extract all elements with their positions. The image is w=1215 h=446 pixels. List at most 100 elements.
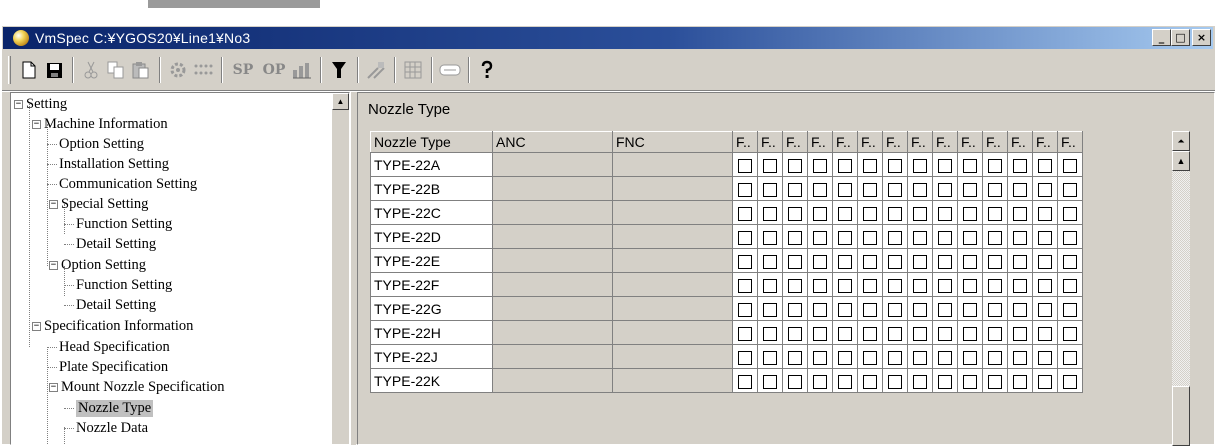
checkbox[interactable] (763, 326, 777, 341)
checkbox[interactable] (813, 230, 827, 245)
table-row[interactable]: TYPE-22K (370, 368, 1083, 393)
nozzle-type-cell[interactable]: TYPE-22K (370, 368, 493, 393)
checkbox[interactable] (1038, 350, 1052, 365)
anc-cell[interactable] (492, 296, 613, 321)
checkbox[interactable] (1038, 254, 1052, 269)
fnc-cell[interactable] (612, 248, 733, 273)
checkbox[interactable] (988, 278, 1002, 293)
fnc-cell[interactable] (612, 224, 733, 249)
fnc-cell[interactable] (612, 368, 733, 393)
checkbox[interactable] (813, 182, 827, 197)
tree-item-function-setting[interactable]: Function Setting (64, 275, 172, 295)
checkbox[interactable] (988, 182, 1002, 197)
tree-item-detail-setting[interactable]: Detail Setting (64, 295, 156, 315)
checkbox[interactable] (913, 206, 927, 221)
tree-scrollbar[interactable]: ▲ (332, 93, 349, 444)
table-row[interactable]: TYPE-22B (370, 176, 1083, 201)
checkbox[interactable] (738, 230, 752, 245)
checkbox[interactable] (863, 158, 877, 173)
checkbox[interactable] (813, 326, 827, 341)
fnc-cell[interactable] (612, 296, 733, 321)
tree-item-installation-setting[interactable]: Installation Setting (47, 154, 169, 174)
checkbox[interactable] (813, 374, 827, 389)
checkbox[interactable] (838, 254, 852, 269)
help-icon[interactable] (475, 57, 499, 83)
checkbox[interactable] (863, 350, 877, 365)
checkbox[interactable] (913, 230, 927, 245)
collapse-icon[interactable]: − (32, 119, 41, 129)
column-header-flag[interactable]: F.. (757, 131, 783, 153)
maximize-button[interactable]: □ (1171, 29, 1190, 46)
checkbox[interactable] (988, 302, 1002, 317)
checkbox[interactable] (738, 182, 752, 197)
nozzle-type-cell[interactable]: TYPE-22G (370, 296, 493, 321)
grid-icon[interactable] (401, 57, 425, 83)
anc-cell[interactable] (492, 272, 613, 297)
checkbox[interactable] (863, 230, 877, 245)
nozzle-type-cell[interactable]: TYPE-22H (370, 320, 493, 345)
checkbox[interactable] (988, 350, 1002, 365)
anc-cell[interactable] (492, 176, 613, 201)
checkbox[interactable] (1063, 278, 1077, 293)
checkbox[interactable] (888, 302, 902, 317)
checkbox[interactable] (1038, 158, 1052, 173)
checkbox[interactable] (738, 278, 752, 293)
checkbox[interactable] (913, 374, 927, 389)
checkbox[interactable] (1063, 230, 1077, 245)
column-header-fnc[interactable]: FNC (612, 131, 733, 153)
checkbox[interactable] (938, 350, 952, 365)
scroll-up-arrow-icon[interactable]: ▲ (1172, 151, 1190, 171)
checkbox[interactable] (1063, 302, 1077, 317)
checkbox[interactable] (863, 278, 877, 293)
table-row[interactable]: TYPE-22G (370, 296, 1083, 321)
scroll-track[interactable] (1172, 171, 1190, 386)
table-row[interactable]: TYPE-22J (370, 344, 1083, 369)
column-header-nozzle-type[interactable]: Nozzle Type (370, 131, 493, 153)
checkbox[interactable] (938, 374, 952, 389)
checkbox[interactable] (788, 374, 802, 389)
checkbox[interactable] (763, 158, 777, 173)
collapse-icon[interactable]: − (32, 321, 41, 331)
checkbox[interactable] (838, 182, 852, 197)
tree-item-setting[interactable]: − Setting (14, 94, 67, 114)
grid-scrollbar[interactable]: ⏶ ▲ (1172, 131, 1190, 446)
checkbox[interactable] (938, 254, 952, 269)
table-row[interactable]: TYPE-22E (370, 248, 1083, 273)
collapse-icon[interactable]: − (49, 260, 58, 270)
checkbox[interactable] (863, 182, 877, 197)
checkbox[interactable] (963, 350, 977, 365)
checkbox[interactable] (963, 206, 977, 221)
anc-cell[interactable] (492, 200, 613, 225)
checkbox[interactable] (788, 230, 802, 245)
checkbox[interactable] (813, 254, 827, 269)
anc-cell[interactable] (492, 224, 613, 249)
fnc-cell[interactable] (612, 344, 733, 369)
scroll-thumb[interactable] (1172, 386, 1190, 446)
table-row[interactable]: TYPE-22F (370, 272, 1083, 297)
checkbox[interactable] (1013, 374, 1027, 389)
column-header-flag[interactable]: F.. (1007, 131, 1033, 153)
checkbox[interactable] (1038, 230, 1052, 245)
checkbox[interactable] (988, 254, 1002, 269)
nozzle-type-cell[interactable]: TYPE-22A (370, 152, 493, 177)
checkbox[interactable] (738, 374, 752, 389)
checkbox[interactable] (1063, 158, 1077, 173)
checkbox[interactable] (1063, 182, 1077, 197)
checkbox[interactable] (738, 254, 752, 269)
checkbox[interactable] (838, 302, 852, 317)
chart-icon[interactable] (290, 57, 314, 83)
checkbox[interactable] (913, 326, 927, 341)
checkbox[interactable] (813, 158, 827, 173)
checkbox[interactable] (738, 302, 752, 317)
checkbox[interactable] (738, 326, 752, 341)
collapse-icon[interactable]: − (49, 199, 58, 209)
checkbox[interactable] (838, 158, 852, 173)
checkbox[interactable] (863, 254, 877, 269)
checkbox[interactable] (1013, 350, 1027, 365)
checkbox[interactable] (963, 230, 977, 245)
checkbox[interactable] (1063, 326, 1077, 341)
checkbox[interactable] (888, 254, 902, 269)
checkbox[interactable] (788, 206, 802, 221)
tree-item-mount-nozzle-specification[interactable]: − Mount Nozzle Specification (49, 377, 224, 397)
collapse-icon[interactable]: − (49, 382, 58, 392)
